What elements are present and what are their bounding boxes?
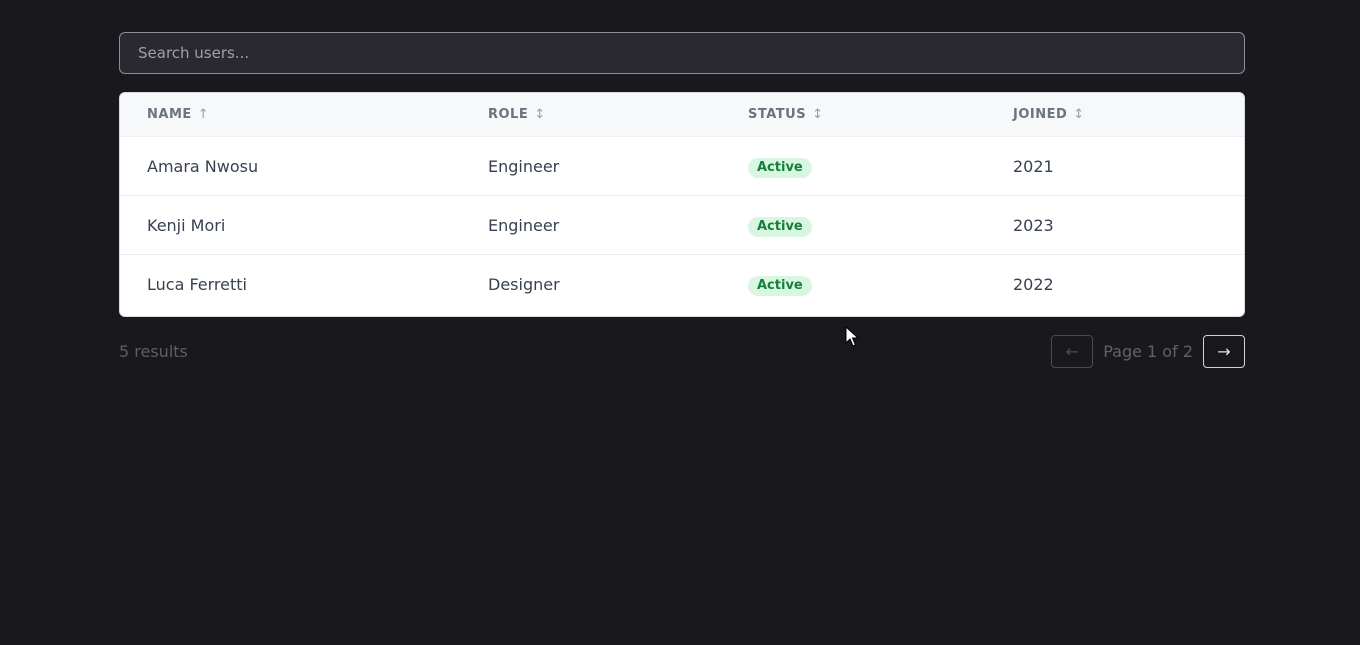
status-badge: Active [748, 216, 812, 237]
table-row: Kenji Mori Engineer Active 2023 [120, 196, 1244, 255]
results-count: 5 results [119, 342, 188, 361]
user-name: Amara Nwosu [147, 157, 259, 176]
status-badge: Active [748, 275, 812, 296]
next-page-button[interactable]: → [1203, 335, 1245, 368]
status-cell: Active [748, 196, 812, 255]
column-header-label: STATUS [748, 107, 807, 122]
user-name: Kenji Mori [147, 216, 226, 235]
status-badge: Active [748, 157, 812, 178]
column-header-name[interactable]: NAME ↑ [147, 93, 209, 137]
pagination: ← Page 1 of 2 → [1051, 335, 1245, 368]
column-header-status[interactable]: STATUS ↕ [748, 93, 823, 137]
user-joined: 2023 [1013, 216, 1054, 235]
arrow-cursor-icon [845, 326, 859, 347]
page-info: Page 1 of 2 [1103, 342, 1193, 361]
column-header-label: NAME [147, 107, 192, 122]
status-cell: Active [748, 137, 812, 196]
prev-page-button[interactable]: ← [1051, 335, 1094, 368]
user-role: Engineer [488, 216, 560, 235]
status-cell: Active [748, 255, 812, 314]
search-input[interactable] [119, 32, 1245, 74]
table-header: NAME ↑ ROLE ↕ STATUS ↕ JOINED ↕ [120, 93, 1244, 137]
column-header-label: JOINED [1013, 107, 1068, 122]
column-header-label: ROLE [488, 107, 529, 122]
user-table-view: NAME ↑ ROLE ↕ STATUS ↕ JOINED ↕ Amara Nwosu … [119, 32, 1245, 368]
sort-icon: ↕ [1073, 107, 1085, 122]
user-joined: 2021 [1013, 157, 1054, 176]
sort-icon: ↕ [534, 107, 546, 122]
user-role: Designer [488, 275, 560, 294]
user-name: Luca Ferretti [147, 275, 247, 294]
table-row: Amara Nwosu Engineer Active 2021 [120, 137, 1244, 196]
column-header-joined[interactable]: JOINED ↕ [1013, 93, 1085, 137]
sort-asc-icon: ↑ [197, 107, 210, 122]
column-header-role[interactable]: ROLE ↕ [488, 93, 546, 137]
table-footer: 5 results ← Page 1 of 2 → [119, 335, 1245, 368]
user-joined: 2022 [1013, 275, 1054, 294]
table-row: Luca Ferretti Designer Active 2022 [120, 255, 1244, 315]
sort-icon: ↕ [812, 107, 824, 122]
users-table: NAME ↑ ROLE ↕ STATUS ↕ JOINED ↕ Amara Nwosu … [119, 92, 1245, 317]
user-role: Engineer [488, 157, 560, 176]
